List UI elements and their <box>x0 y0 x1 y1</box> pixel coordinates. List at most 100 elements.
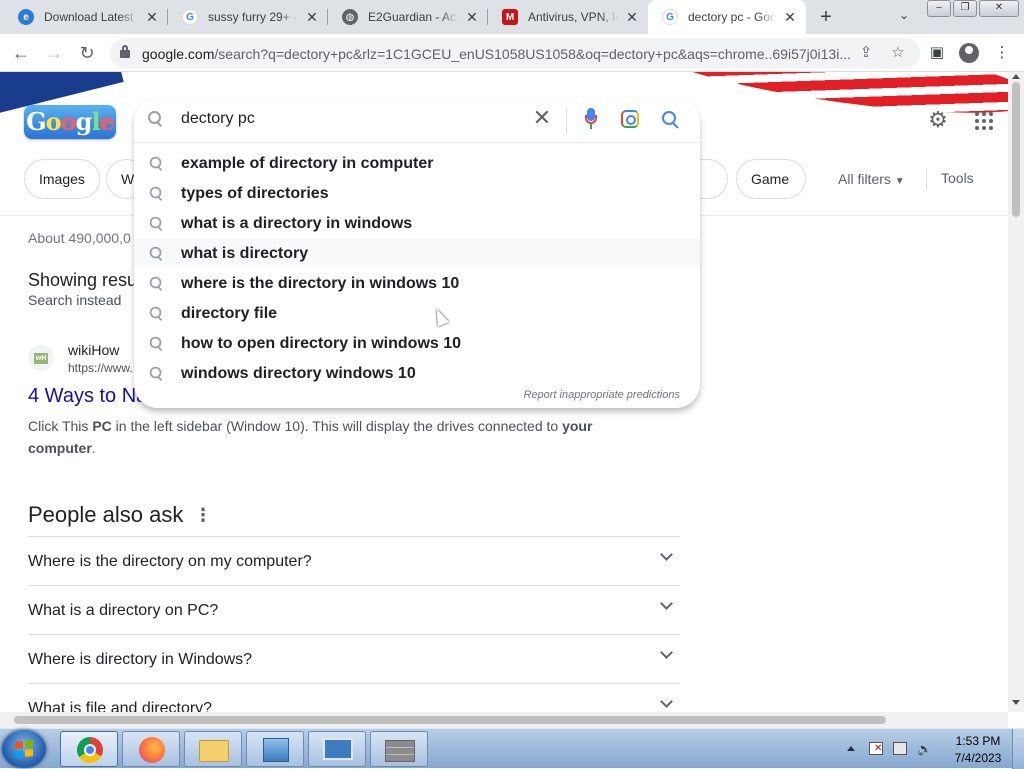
monitor-icon <box>323 738 353 760</box>
taskbar-control-panel[interactable] <box>246 731 304 767</box>
taskbar-chrome[interactable] <box>60 731 118 767</box>
taskbar-firewall[interactable] <box>370 731 428 767</box>
tab-e2guardian[interactable]: ◍ E2Guardian - Access ✕ <box>328 0 488 34</box>
close-tab-icon[interactable]: ✕ <box>624 9 640 26</box>
search-icon <box>148 111 162 125</box>
close-tab-icon[interactable]: ✕ <box>464 9 480 26</box>
result-site-url[interactable]: https://www. <box>68 361 133 375</box>
share-icon[interactable]: ⇪ <box>856 43 876 63</box>
clock-date[interactable]: 7/4/2023 <box>948 751 1008 765</box>
new-tab-button[interactable]: + <box>814 6 838 28</box>
horizontal-scroll-thumb[interactable] <box>14 716 886 724</box>
paa-question[interactable]: What is file and directory? <box>28 683 680 712</box>
tab-sussy[interactable]: G sussy furry 29+ - G ✕ <box>168 0 328 34</box>
clock-time[interactable]: 1:53 PM <box>954 734 1002 748</box>
snippet-text: Click This <box>28 418 93 434</box>
close-tab-icon[interactable]: ✕ <box>782 9 798 26</box>
suggestion-text: what is directory <box>181 245 309 262</box>
chrome-icon <box>77 737 103 763</box>
chip-images[interactable]: Images <box>24 159 100 199</box>
tab-title: E2Guardian - Access <box>368 10 458 24</box>
google-lens-icon[interactable] <box>621 110 639 128</box>
search-instead-for[interactable]: Search instead <box>28 292 121 308</box>
show-hidden-icons-icon[interactable] <box>847 746 855 751</box>
tools-button[interactable]: Tools <box>941 170 974 186</box>
firefox-icon <box>139 737 165 763</box>
chevron-down-icon <box>660 550 674 564</box>
suggestion-item[interactable]: what is a directory in windows <box>134 208 700 238</box>
suggestion-item[interactable]: what is directory <box>134 238 700 268</box>
more-options-icon[interactable]: ⋮ <box>194 505 212 526</box>
menu-kebab-icon[interactable]: ⋮ <box>992 43 1012 63</box>
sidepanel-icon[interactable]: ▣ <box>927 43 947 63</box>
suggestion-item[interactable]: how to open directory in windows 10 <box>134 328 700 358</box>
suggestion-item[interactable]: directory file <box>134 298 700 328</box>
searchbox-divider <box>566 108 567 134</box>
vertical-scroll-thumb[interactable] <box>1012 82 1020 217</box>
tab-title: dectory pc - Google <box>688 10 776 24</box>
suggestion-text: types of directories <box>181 185 329 202</box>
paa-question[interactable]: Where is directory in Windows? <box>28 634 680 683</box>
google-apps-icon[interactable] <box>975 112 993 130</box>
paa-question[interactable]: What is a directory on PC? <box>28 585 680 634</box>
caret-down-icon: ▼ <box>894 176 905 187</box>
people-also-ask-heading: People also ask <box>28 502 184 527</box>
start-button[interactable] <box>2 730 46 768</box>
tab-search-icon[interactable]: ⌄ <box>895 8 913 26</box>
reload-icon[interactable]: ↻ <box>75 41 99 65</box>
all-filters-button[interactable]: All filters ▼ <box>838 171 905 187</box>
search-submit-icon[interactable] <box>662 111 678 127</box>
tab-antivirus[interactable]: M Antivirus, VPN, Ide ✕ <box>488 0 648 34</box>
taskbar-firefox[interactable] <box>122 731 180 767</box>
result-title-link[interactable]: 4 Ways to Na <box>28 385 147 408</box>
scroll-up-arrow-icon[interactable] <box>1012 74 1020 79</box>
suggestion-item[interactable]: where is the directory in windows 10 <box>134 268 700 298</box>
search-icon <box>149 306 163 320</box>
scroll-down-arrow-icon[interactable] <box>1012 700 1020 705</box>
action-center-icon[interactable]: ✕ <box>869 742 883 755</box>
clear-search-icon[interactable]: ✕ <box>531 107 553 129</box>
google-doodle-logo[interactable]: Google <box>24 105 116 139</box>
firewall-icon <box>385 740 415 762</box>
searchbox-line <box>134 142 700 143</box>
chevron-down-icon <box>660 599 674 613</box>
vertical-scrollbar[interactable] <box>1008 72 1024 712</box>
volume-icon[interactable]: 🔈 <box>917 742 932 756</box>
close-tab-icon[interactable]: ✕ <box>144 9 160 26</box>
suggestion-item[interactable]: types of directories <box>134 178 700 208</box>
browser-toolbar: ← → ↻ google.com/search?q=dectory+pc&rlz… <box>0 34 1024 72</box>
address-bar[interactable]: google.com/search?q=dectory+pc&rlz=1C1GC… <box>110 38 920 68</box>
paa-question-text: What is file and directory? <box>28 700 213 712</box>
voice-search-mic-icon[interactable] <box>585 108 597 130</box>
close-window-button[interactable]: ✕ <box>979 0 1019 17</box>
restore-button[interactable]: ❐ <box>953 0 977 17</box>
close-tab-icon[interactable]: ✕ <box>304 9 320 26</box>
report-predictions-link[interactable]: Report inappropriate predictions <box>523 389 680 401</box>
suggestion-item[interactable]: windows directory windows 10 <box>134 358 700 388</box>
tab-dectory-pc[interactable]: G dectory pc - Google ✕ <box>648 0 806 34</box>
tab-title: sussy furry 29+ - G <box>208 10 298 24</box>
forward-arrow-icon[interactable]: → <box>42 41 66 65</box>
paa-question-text: What is a directory on PC? <box>28 602 219 619</box>
horizontal-scrollbar[interactable] <box>0 712 1008 728</box>
search-input[interactable]: dectory pc <box>181 110 255 128</box>
show-desktop-button[interactable] <box>1012 729 1024 769</box>
suggestion-text: example of directory in computer <box>181 155 434 172</box>
settings-gear-icon[interactable]: ⚙ <box>926 108 950 132</box>
paa-question-text: Where is directory in Windows? <box>28 651 253 668</box>
tab-download[interactable]: e Download Latest Fi ✕ <box>4 0 168 34</box>
result-site-name[interactable]: wikiHow <box>68 342 119 358</box>
minimize-button[interactable]: – <box>927 0 951 17</box>
tab-strip: e Download Latest Fi ✕ G sussy furry 29+… <box>0 0 1024 34</box>
back-arrow-icon[interactable]: ← <box>9 41 33 65</box>
network-icon[interactable] <box>893 742 907 755</box>
suggestion-item[interactable]: example of directory in computer <box>134 148 700 178</box>
chip-game[interactable]: Game <box>736 159 806 199</box>
url-text[interactable]: google.com/search?q=dectory+pc&rlz=1C1GC… <box>142 46 852 62</box>
paa-question[interactable]: Where is the directory on my computer? <box>28 536 680 585</box>
taskbar-explorer[interactable] <box>184 731 242 767</box>
bookmark-star-icon[interactable]: ☆ <box>888 43 908 63</box>
profile-avatar-icon[interactable] <box>959 43 979 63</box>
taskbar-remote-desktop[interactable] <box>308 731 366 767</box>
lock-icon[interactable] <box>120 45 130 58</box>
